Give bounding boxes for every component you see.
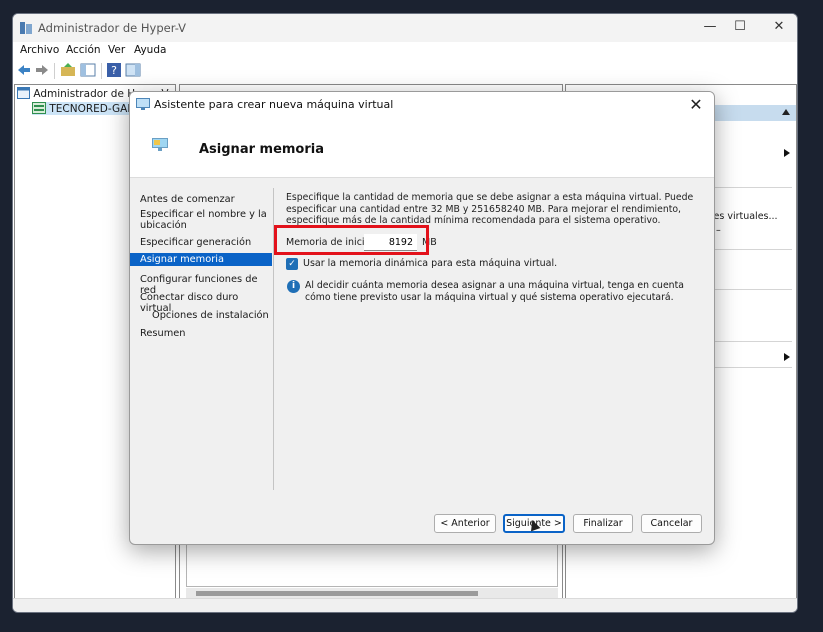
finish-button[interactable]: Finalizar xyxy=(573,514,633,533)
memory-description: Especifique la cantidad de memoria que s… xyxy=(286,192,694,226)
svg-text:?: ? xyxy=(111,64,117,77)
toolbar-separator xyxy=(54,63,55,79)
step-especificar-generacion[interactable]: Especificar generación xyxy=(130,237,272,248)
expand-right-icon[interactable] xyxy=(784,353,790,361)
info-icon: i xyxy=(287,280,300,293)
step-heading: Asignar memoria xyxy=(199,142,325,157)
step-opciones-instalacion[interactable]: Opciones de instalación xyxy=(130,310,272,321)
previous-button[interactable]: < Anterior xyxy=(434,514,496,533)
vm-wizard-icon xyxy=(136,98,150,110)
expand-right-icon[interactable] xyxy=(784,149,790,157)
actions-dash: – xyxy=(716,225,721,236)
collapse-up-icon[interactable] xyxy=(782,109,790,115)
red-highlight-box xyxy=(274,225,429,255)
title-bar: Administrador de Hyper-V — ☐ ✕ xyxy=(13,14,797,42)
window-title: Administrador de Hyper-V xyxy=(38,21,187,35)
maximize-button[interactable]: ☐ xyxy=(726,19,754,34)
menu-accion[interactable]: Acción xyxy=(66,44,101,56)
new-vm-wizard-dialog: Asistente para crear nueva máquina virtu… xyxy=(129,91,715,545)
forward-arrow-icon[interactable] xyxy=(34,62,50,78)
step-content: Especifique la cantidad de memoria que s… xyxy=(286,192,706,303)
status-bar xyxy=(13,598,797,612)
step-asignar-memoria[interactable]: Asignar memoria xyxy=(130,253,272,266)
toolbar: ? xyxy=(13,60,797,82)
memory-step-icon xyxy=(152,138,168,151)
info-text: Al decidir cuánta memoria desea asignar … xyxy=(305,280,684,303)
menu-ver[interactable]: Ver xyxy=(108,44,125,56)
scrollbar-thumb[interactable] xyxy=(196,591,478,596)
step-especificar-nombre[interactable]: Especificar el nombre y la ubicación xyxy=(130,209,268,231)
dynamic-memory-label[interactable]: Usar la memoria dinámica para esta máqui… xyxy=(303,258,557,269)
dialog-header: Asignar memoria xyxy=(130,118,714,178)
dialog-title-bar: Asistente para crear nueva máquina virtu… xyxy=(130,92,714,118)
hyperv-manager-icon xyxy=(17,87,30,99)
show-hide-action-pane-icon[interactable] xyxy=(125,62,141,78)
menu-archivo[interactable]: Archivo xyxy=(20,44,59,56)
dialog-close-button[interactable]: ✕ xyxy=(686,95,706,114)
menu-ayuda[interactable]: Ayuda xyxy=(134,44,166,56)
server-icon xyxy=(32,102,46,114)
hyperv-app-icon xyxy=(20,22,32,34)
menu-bar: Archivo Acción Ver Ayuda xyxy=(13,42,797,60)
dialog-title: Asistente para crear nueva máquina virtu… xyxy=(154,98,394,111)
show-hide-tree-icon[interactable] xyxy=(80,62,96,78)
wizard-steps-nav: Antes de comenzar Especificar el nombre … xyxy=(130,178,273,488)
folder-up-icon[interactable] xyxy=(60,62,76,78)
step-resumen[interactable]: Resumen xyxy=(130,328,272,339)
cancel-button[interactable]: Cancelar xyxy=(641,514,702,533)
back-arrow-icon[interactable] xyxy=(16,62,32,78)
horizontal-scrollbar[interactable] xyxy=(186,588,558,598)
actions-item-virtual[interactable]: ores virtuales... xyxy=(704,211,778,222)
help-icon[interactable]: ? xyxy=(106,62,122,78)
dynamic-memory-checkbox[interactable]: ✓ xyxy=(286,258,298,270)
minimize-button[interactable]: — xyxy=(696,19,724,34)
close-window-button[interactable]: ✕ xyxy=(765,19,793,34)
step-antes-de-comenzar[interactable]: Antes de comenzar xyxy=(130,194,272,205)
toolbar-separator xyxy=(101,63,102,79)
